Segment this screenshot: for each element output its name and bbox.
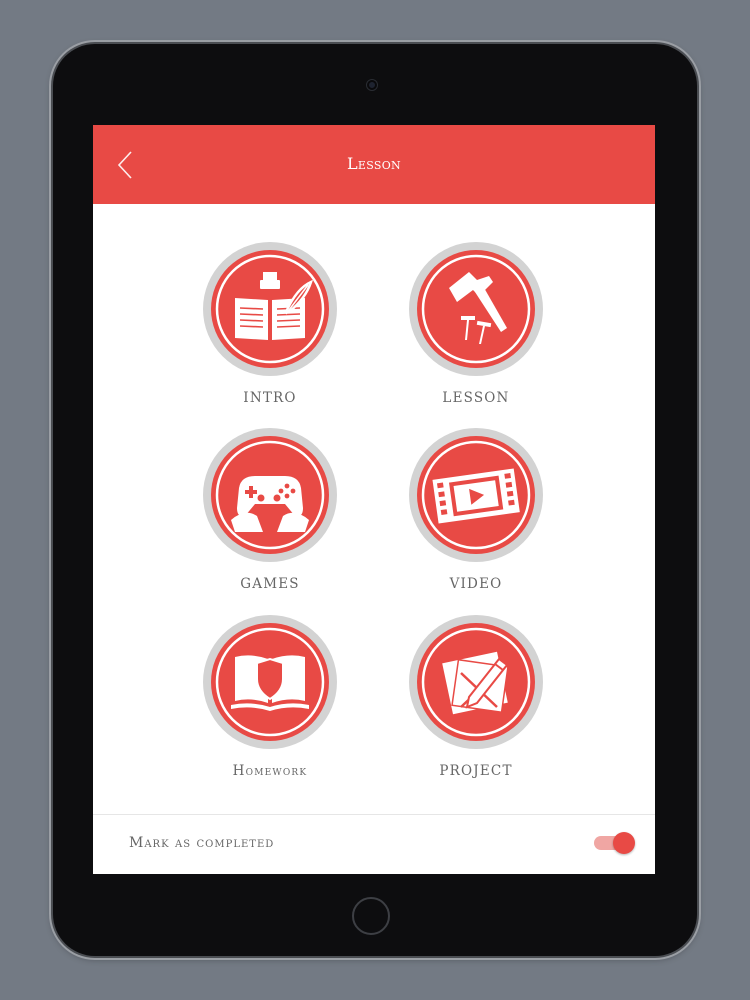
film-play-icon — [421, 440, 531, 550]
hammer-nails-icon — [421, 254, 531, 364]
menu-item-games[interactable]: GAMES — [180, 428, 360, 608]
menu-item-label: INTRO — [243, 390, 297, 406]
mark-completed-toggle[interactable] — [593, 831, 637, 855]
menu-item-circle — [203, 242, 337, 376]
menu-item-circle — [409, 615, 543, 749]
page-title: Lesson — [347, 154, 401, 173]
pencil-paper-icon — [421, 627, 531, 737]
menu-item-circle — [203, 428, 337, 562]
completion-bar: Mark as completed — [93, 814, 655, 874]
nav-bar: Lesson — [93, 125, 655, 204]
menu-item-label: LESSON — [442, 390, 510, 406]
menu-item-circle — [409, 428, 543, 562]
menu-item-project[interactable]: PROJECT — [386, 615, 566, 795]
menu-item-homework[interactable]: Homework — [180, 615, 360, 795]
menu-item-label: VIDEO — [449, 576, 503, 592]
home-button[interactable] — [352, 897, 390, 935]
menu-item-circle — [409, 242, 543, 376]
mark-completed-label: Mark as completed — [129, 835, 275, 851]
menu-item-video[interactable]: VIDEO — [386, 428, 566, 608]
book-shield-icon — [215, 627, 325, 737]
app-screen: Lesson INTRO LESSON GAMES VIDEO Homework… — [93, 125, 655, 874]
camera — [367, 80, 377, 90]
toggle-knob — [613, 832, 635, 854]
menu-item-lesson[interactable]: LESSON — [386, 242, 566, 422]
gamepad-icon — [215, 440, 325, 550]
menu-item-label: PROJECT — [439, 763, 513, 779]
menu-item-label: Homework — [232, 763, 308, 779]
menu-item-circle — [203, 615, 337, 749]
menu-item-label: GAMES — [240, 576, 300, 592]
menu-item-intro[interactable]: INTRO — [180, 242, 360, 422]
book-quill-icon — [215, 254, 325, 364]
